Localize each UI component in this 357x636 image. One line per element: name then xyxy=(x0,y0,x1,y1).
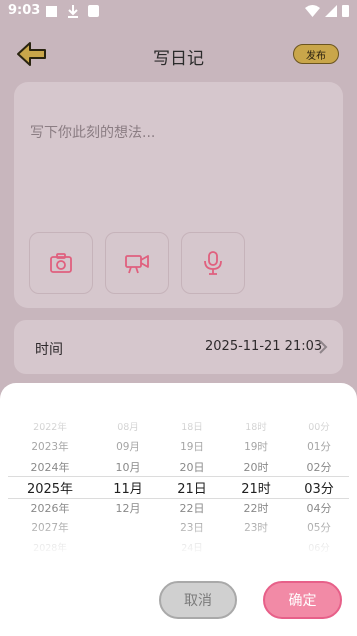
cancel-button[interactable]: 取消 xyxy=(159,581,237,619)
signal-icon xyxy=(325,4,337,17)
status-bar: 9:03 xyxy=(0,0,357,24)
picker-option[interactable]: 21日 xyxy=(162,478,222,497)
picker-option[interactable]: 03分 xyxy=(289,478,349,497)
picker-option[interactable]: 12月 xyxy=(98,500,158,516)
picker-option[interactable]: 19日 xyxy=(162,439,222,454)
download-icon xyxy=(68,5,78,18)
time-label: 时间 xyxy=(35,342,63,358)
add-voice-button[interactable] xyxy=(181,232,245,294)
confirm-button[interactable]: 确定 xyxy=(263,581,342,619)
add-photo-button[interactable] xyxy=(29,232,93,294)
notification-square-icon xyxy=(46,6,57,17)
picker-option[interactable]: 11月 xyxy=(98,478,158,497)
publish-button[interactable]: 发布 xyxy=(293,44,339,64)
picker-option[interactable]: 22时 xyxy=(226,500,286,516)
picker-option[interactable]: 2024年 xyxy=(20,459,80,475)
picker-option[interactable]: 2026年 xyxy=(20,500,80,516)
status-time: 9:03 xyxy=(8,3,41,18)
battery-icon xyxy=(342,5,349,17)
chevron-right-icon[interactable] xyxy=(318,340,328,354)
camera-icon xyxy=(50,253,72,273)
picker-option[interactable]: 22日 xyxy=(162,500,222,516)
add-video-button[interactable] xyxy=(105,232,169,294)
microphone-icon xyxy=(204,251,222,275)
picker-fade-bottom xyxy=(0,522,357,558)
picker-option[interactable]: 21时 xyxy=(226,478,286,497)
picker-option[interactable]: 2023年 xyxy=(20,439,80,454)
picker-option[interactable]: 09月 xyxy=(98,439,158,454)
picker-option[interactable]: 01分 xyxy=(289,439,349,454)
video-camera-icon xyxy=(125,255,149,274)
diary-text-placeholder[interactable]: 写下你此刻的想法... xyxy=(30,122,155,142)
picker-option[interactable]: 04分 xyxy=(289,500,349,516)
time-value[interactable]: 2025-11-21 21:03 xyxy=(205,339,322,354)
picker-option[interactable]: 20日 xyxy=(162,459,222,475)
app-notification-icon xyxy=(88,5,99,17)
picker-fade-top xyxy=(0,405,357,435)
picker-option[interactable]: 20时 xyxy=(226,459,286,475)
picker-option[interactable]: 10月 xyxy=(98,459,158,475)
picker-option[interactable]: 02分 xyxy=(289,459,349,475)
picker-option[interactable]: 19时 xyxy=(226,439,286,454)
picker-option[interactable]: 2025年 xyxy=(20,478,80,497)
wifi-icon xyxy=(305,4,320,17)
